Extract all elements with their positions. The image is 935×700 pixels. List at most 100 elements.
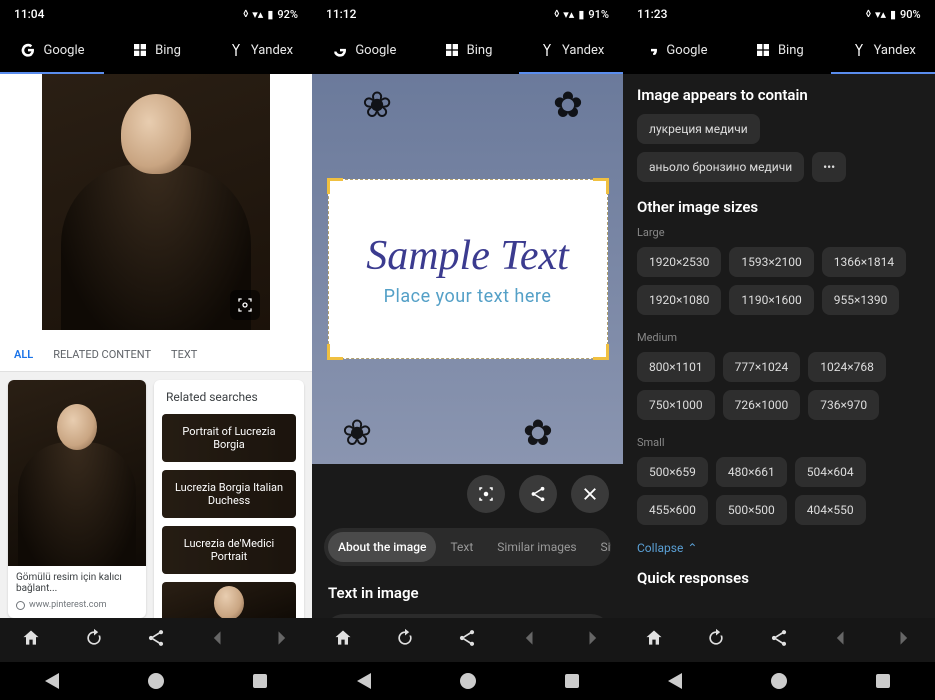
contains-chip[interactable]: лукреция медичи [637,114,760,144]
clock: 11:12 [326,7,356,21]
tab-similar[interactable]: Similar images [487,532,586,562]
google-icon [642,41,660,59]
related-search-item[interactable]: Lucrezia de'Medici Portrait [162,526,296,574]
forward-button[interactable] [582,628,602,652]
lens-button[interactable] [467,475,505,513]
quick-responses-header: Quick responses [637,569,921,587]
size-chip[interactable]: 726×1000 [723,390,801,420]
tab-text[interactable]: Text [440,532,483,562]
sizes-header: Other image sizes [637,198,921,216]
tab-bing[interactable]: Bing [727,28,831,74]
size-chip[interactable]: 955×1390 [822,285,900,315]
tab-google[interactable]: Google [623,28,727,74]
nav-back[interactable] [357,673,371,689]
related-search-item[interactable] [162,582,296,618]
close-button[interactable] [571,475,609,513]
size-chip[interactable]: 480×661 [716,457,787,487]
size-chip[interactable]: 1366×1814 [822,247,906,277]
nav-home[interactable] [460,673,476,689]
tab-google[interactable]: Google [312,28,416,74]
nav-back[interactable] [45,673,59,689]
forward-button[interactable] [271,628,291,652]
home-button[interactable] [644,628,664,652]
share-button[interactable] [146,628,166,652]
search-engine-tabs: Google Bing Yandex [312,28,623,74]
nav-recent[interactable] [876,674,890,688]
clock: 11:04 [14,7,44,21]
tab-sites[interactable]: Sites [591,532,611,562]
search-engine-tabs: Google Bing Yandex [0,28,312,74]
size-chip[interactable]: 736×970 [808,390,879,420]
more-chip[interactable]: ••• [812,152,846,182]
status-icons: ◊▾▴▮ 91% [554,8,609,21]
tab-bing[interactable]: Bing [416,28,520,74]
tab-yandex[interactable]: Yandex [519,28,623,74]
globe-icon [16,601,25,610]
recognize-text-button[interactable]: Recognize text [324,614,611,618]
size-chip[interactable]: 1190×1600 [729,285,813,315]
result-caption: Gömülü resim için kalıcı bağlant... [8,566,146,600]
back-button[interactable] [520,628,540,652]
status-bar: 11:23 ◊▾▴▮ 90% [623,0,935,28]
size-chip[interactable]: 500×659 [637,457,708,487]
android-nav-bar [0,662,312,700]
back-button[interactable] [208,628,228,652]
nav-home[interactable] [148,673,164,689]
tab-yandex[interactable]: Yandex [208,28,312,74]
tab-bing[interactable]: Bing [104,28,208,74]
google-icon [331,41,349,59]
lens-crop-button[interactable] [230,290,260,320]
status-icons: ◊▾▴▮ 92% [243,8,298,21]
size-chip[interactable]: 404×550 [795,495,866,525]
share-button[interactable] [769,628,789,652]
bing-icon [443,41,461,59]
gtab-all[interactable]: ALL [14,348,33,361]
status-icons: ◊▾▴▮ 90% [866,8,921,21]
collapse-button[interactable]: Collapse⌃ [637,541,921,555]
size-chip[interactable]: 750×1000 [637,390,715,420]
search-image-main[interactable] [42,74,270,330]
size-chip[interactable]: 1920×1080 [637,285,721,315]
nav-home[interactable] [771,673,787,689]
home-button[interactable] [21,628,41,652]
size-chip[interactable]: 504×604 [795,457,866,487]
browser-toolbar [623,618,935,662]
tab-yandex[interactable]: Yandex [831,28,935,74]
reload-button[interactable] [395,628,415,652]
contains-chip[interactable]: аньоло бронзино медичи [637,152,804,182]
yandex-icon [850,41,868,59]
browser-toolbar [0,618,312,662]
nav-recent[interactable] [253,674,267,688]
tab-google[interactable]: Google [0,28,104,74]
size-chip[interactable]: 1920×2530 [637,247,721,277]
nav-recent[interactable] [565,674,579,688]
gtab-related[interactable]: RELATED CONTENT [53,348,151,361]
size-chip[interactable]: 1593×2100 [729,247,813,277]
clock: 11:23 [637,7,667,21]
bing-icon [754,41,772,59]
size-chip[interactable]: 777×1024 [723,352,801,382]
share-button[interactable] [457,628,477,652]
back-button[interactable] [831,628,851,652]
nav-back[interactable] [668,673,682,689]
bing-icon [131,41,149,59]
searched-image-preview[interactable]: ❀✿ ❀✿ Sample Text Place your text here [312,74,623,464]
size-chip[interactable]: 1024×768 [808,352,886,382]
forward-button[interactable] [893,628,913,652]
size-chip[interactable]: 455×600 [637,495,708,525]
home-button[interactable] [333,628,353,652]
related-search-item[interactable]: Portrait of Lucrezia Borgia [162,414,296,462]
tab-about[interactable]: About the image [328,532,436,562]
size-chip[interactable]: 500×500 [716,495,787,525]
share-button[interactable] [519,475,557,513]
google-icon [19,41,37,59]
reload-button[interactable] [84,628,104,652]
size-chip[interactable]: 800×1101 [637,352,715,382]
reload-button[interactable] [706,628,726,652]
gtab-text[interactable]: TEXT [171,348,197,361]
related-search-item[interactable]: Lucrezia Borgia Italian Duchess [162,470,296,518]
android-nav-bar [312,662,623,700]
result-card[interactable]: Gömülü resim için kalıcı bağlant... www.… [8,380,146,618]
size-group-large: Large [637,226,921,239]
status-bar: 11:12 ◊▾▴▮ 91% [312,0,623,28]
